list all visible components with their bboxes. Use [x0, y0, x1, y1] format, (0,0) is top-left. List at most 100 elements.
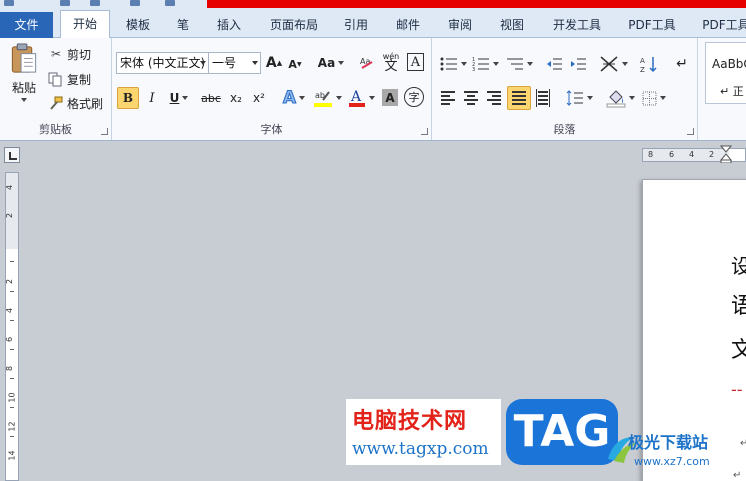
superscript-button[interactable]: x² — [249, 88, 269, 108]
italic-label: I — [149, 90, 155, 106]
chinese-layout-button[interactable] — [598, 53, 628, 75]
tab-pen[interactable]: 笔 — [168, 13, 198, 38]
shading-button[interactable] — [604, 87, 636, 109]
format-painter-label: 格式刷 — [67, 96, 104, 111]
watermark-tag-logo: TAG — [506, 399, 618, 465]
sort-button[interactable]: A Z — [638, 53, 660, 75]
tab-references[interactable]: 引用 — [336, 13, 376, 38]
bullets-button[interactable] — [438, 54, 468, 74]
svg-text:Z: Z — [640, 66, 645, 73]
font-name-value: 宋体 (中文正文) — [120, 56, 206, 70]
redo-icon[interactable] — [90, 0, 100, 6]
document-text-line: 设 — [731, 254, 746, 278]
tab-page-layout[interactable]: 页面布局 — [262, 13, 326, 38]
underline-label: U — [169, 91, 180, 105]
tab-file[interactable]: 文件 — [0, 12, 53, 38]
save-icon[interactable] — [4, 0, 14, 6]
group-styles: AaBbC ↵ 正 — [698, 38, 746, 140]
indent-marker-icon[interactable] — [720, 145, 732, 163]
multilevel-list-button[interactable] — [504, 54, 534, 74]
strikethrough-button[interactable]: abc — [200, 88, 222, 108]
ruler-number: 12 — [7, 421, 17, 432]
tab-mailings[interactable]: 邮件 — [388, 13, 428, 38]
watermark-url: www.tagxp.com — [352, 439, 489, 459]
clear-format-button[interactable]: Aa — [357, 53, 377, 73]
copy-icon — [48, 72, 62, 86]
char-shading-button[interactable]: A — [382, 89, 398, 106]
justify-icon — [512, 89, 526, 107]
justify-button[interactable] — [507, 86, 531, 110]
change-case-dropdown-icon — [338, 61, 345, 65]
highlight-button[interactable]: ab — [311, 86, 343, 110]
bold-button[interactable]: B — [117, 87, 139, 109]
line-spacing-button[interactable] — [564, 87, 594, 109]
tab-developer[interactable]: 开发工具 — [546, 13, 608, 38]
phonetic-guide-button[interactable]: wén 文 — [380, 50, 402, 74]
font-group-label: 字体 — [260, 123, 283, 136]
distributed-button[interactable] — [533, 88, 553, 108]
font-size-select[interactable]: 一号 — [208, 52, 261, 74]
text-effects-dropdown-icon — [299, 96, 306, 100]
ruler-tick — [10, 436, 14, 437]
paragraph-launcher-icon[interactable] — [687, 128, 694, 135]
show-marks-button[interactable]: ↵ — [672, 53, 692, 75]
grow-font-button[interactable]: A ▲ — [265, 53, 283, 73]
italic-button[interactable]: I — [143, 88, 161, 108]
char-border-button[interactable]: A — [407, 53, 424, 71]
group-font: 宋体 (中文正文) 一号 A ▲ A ▼ Aa Aa wén 文 A B I U… — [112, 38, 432, 140]
tab-pdf-tools-2[interactable]: PDF工具 — [696, 13, 746, 38]
ribbon-home: 粘贴 ✂ 剪切 复制 格式刷 剪贴板 宋体 (中文正文) 一号 A ▲ A ▼ … — [0, 38, 746, 141]
ruler-number: 8 — [5, 365, 15, 372]
decrease-indent-button[interactable] — [544, 54, 564, 74]
bullets-dropdown-icon — [460, 62, 467, 66]
bold-label: B — [122, 91, 134, 105]
font-color-button[interactable]: A — [346, 86, 376, 110]
paste-icon — [11, 43, 37, 73]
tab-pdf-tools[interactable]: PDF工具 — [620, 13, 684, 38]
font-name-select[interactable]: 宋体 (中文正文) — [116, 52, 209, 74]
numbering-button[interactable]: 1 2 3 — [470, 54, 500, 74]
clear-format-icon: Aa — [360, 57, 373, 69]
strikethrough-label: abc — [201, 91, 221, 105]
tab-review[interactable]: 审阅 — [440, 13, 480, 38]
ruler-number: 4 — [5, 307, 15, 314]
ruler-number: 4 — [689, 150, 695, 159]
tab-home[interactable]: 开始 — [60, 10, 110, 39]
tab-insert[interactable]: 插入 — [208, 13, 250, 38]
borders-button[interactable] — [640, 87, 668, 109]
clipboard-launcher-icon[interactable] — [101, 128, 108, 135]
open-icon[interactable] — [165, 0, 175, 6]
align-center-button[interactable] — [461, 88, 481, 108]
ruler-tick — [10, 320, 14, 321]
subscript-button[interactable]: x₂ — [226, 88, 246, 108]
text-effects-button[interactable]: A — [280, 87, 308, 109]
font-launcher-icon[interactable] — [421, 128, 428, 135]
shrink-font-button[interactable]: A ▼ — [287, 55, 303, 73]
increase-indent-button[interactable] — [568, 54, 588, 74]
align-right-button[interactable] — [484, 88, 504, 108]
decrease-indent-icon — [546, 58, 562, 70]
paste-button[interactable]: 粘贴 — [6, 42, 42, 102]
print-icon[interactable] — [130, 0, 140, 6]
tab-template[interactable]: 模板 — [118, 13, 158, 38]
style-normal-card[interactable]: AaBbC ↵ 正 — [705, 42, 746, 104]
subscript-label: x₂ — [230, 91, 242, 105]
align-left-button[interactable] — [438, 88, 458, 108]
ruler-number: 2 — [709, 150, 715, 159]
tab-view[interactable]: 视图 — [492, 13, 532, 38]
format-painter-button[interactable]: 格式刷 — [48, 94, 103, 112]
enclose-char-label: 字 — [408, 91, 420, 104]
vertical-ruler[interactable]: 4 2 2 4 6 8 10 12 14 — [5, 172, 19, 481]
paint-bucket-icon — [606, 90, 625, 108]
change-case-button[interactable]: Aa — [316, 53, 346, 73]
cut-button[interactable]: ✂ 剪切 — [48, 45, 91, 63]
enclose-char-button[interactable]: 字 — [404, 87, 424, 107]
tab-selector-button[interactable] — [4, 147, 20, 163]
format-painter-icon — [50, 96, 63, 110]
char-border-label: A — [410, 54, 421, 70]
align-right-icon — [487, 89, 501, 107]
document-dash: -- — [731, 380, 743, 399]
underline-button[interactable]: U — [166, 88, 192, 108]
copy-button[interactable]: 复制 — [48, 70, 91, 88]
undo-icon[interactable] — [60, 0, 70, 6]
